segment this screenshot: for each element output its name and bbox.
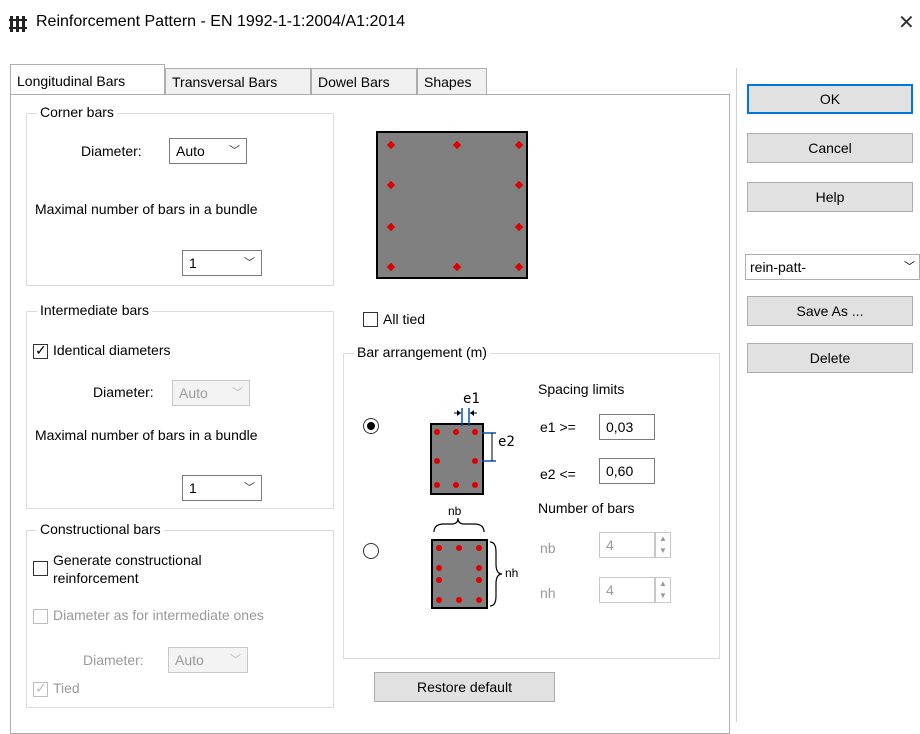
corner-max-select[interactable]: 1 ﹀ xyxy=(182,250,262,276)
chevron-down-icon: ﹀ xyxy=(232,387,243,399)
constructional-diameter-label: Diameter: xyxy=(83,652,144,668)
e2-label: e2 <= xyxy=(540,466,576,482)
delete-button[interactable]: Delete xyxy=(747,343,913,373)
intermediate-diameter-value: Auto xyxy=(179,385,208,401)
rebar-marker xyxy=(514,140,524,150)
tab-transversal-bars[interactable]: Transversal Bars xyxy=(165,68,311,94)
nb-spinner[interactable]: ▲ ▼ xyxy=(655,532,671,558)
e2-diagram-label: e2 xyxy=(498,434,515,450)
chevron-down-icon: ﹀ xyxy=(229,145,240,157)
chevron-down-icon: ﹀ xyxy=(904,261,915,273)
count-diagram xyxy=(431,517,503,609)
corner-diameter-label: Diameter: xyxy=(81,143,142,159)
bar-arrangement-title: Bar arrangement (m) xyxy=(354,344,490,360)
nh-label: nh xyxy=(540,585,556,601)
intermediate-max-select[interactable]: 1 ﹀ xyxy=(182,475,262,501)
rebar-marker xyxy=(386,140,396,150)
intermediate-diameter-label: Diameter: xyxy=(93,384,154,400)
corner-bars-title: Corner bars xyxy=(37,104,117,120)
corner-max-label: Maximal number of bars in a bundle xyxy=(35,201,258,217)
rebar-marker xyxy=(514,262,524,272)
identical-diameters-label: Identical diameters xyxy=(53,342,171,358)
tied-checkbox[interactable] xyxy=(33,680,48,697)
rebar-marker xyxy=(386,262,396,272)
nh-input[interactable]: 4 xyxy=(599,577,655,603)
chevron-down-icon: ﹀ xyxy=(244,482,255,494)
corner-bars-group: Corner bars Diameter: Auto ﹀ Maximal num… xyxy=(26,104,334,286)
chevron-down-icon: ﹀ xyxy=(244,257,255,269)
corner-max-value: 1 xyxy=(189,255,197,271)
identical-diameters-checkbox[interactable] xyxy=(33,342,48,359)
spin-up-icon[interactable]: ▲ xyxy=(656,578,670,590)
preset-select[interactable]: rein-patt- ﹀ xyxy=(745,254,920,280)
nh-spinner[interactable]: ▲ ▼ xyxy=(655,577,671,603)
section-preview xyxy=(376,131,528,279)
nb-diagram-label: nb xyxy=(448,504,462,518)
intermediate-diameter-select[interactable]: Auto ﹀ xyxy=(172,380,250,406)
constructional-bars-title: Constructional bars xyxy=(37,521,164,537)
constructional-diameter-value: Auto xyxy=(175,652,204,668)
all-tied-label: All tied xyxy=(383,311,426,327)
rebar-marker xyxy=(514,222,524,232)
rebar-marker xyxy=(514,180,524,190)
intermediate-max-label: Maximal number of bars in a bundle xyxy=(35,427,258,443)
spacing-limits-radio[interactable] xyxy=(363,418,379,434)
spin-down-icon[interactable]: ▼ xyxy=(656,590,670,602)
nb-label: nb xyxy=(540,540,556,556)
corner-diameter-select[interactable]: Auto ﹀ xyxy=(169,138,247,164)
number-of-bars-title: Number of bars xyxy=(538,500,635,516)
all-tied-checkbox[interactable] xyxy=(363,312,378,327)
e1-diagram-label: e1 xyxy=(463,391,480,407)
ok-button[interactable]: OK xyxy=(747,84,913,114)
panel-divider xyxy=(736,68,737,722)
spacing-limits-title: Spacing limits xyxy=(538,381,625,397)
rebar-marker xyxy=(452,262,462,272)
generate-constructional-line2: reinforcement xyxy=(53,570,139,586)
intermediate-max-value: 1 xyxy=(189,480,197,496)
constructional-diameter-select[interactable]: Auto ﹀ xyxy=(168,647,248,673)
save-as-button[interactable]: Save As ... xyxy=(747,296,913,326)
intermediate-bars-group: Intermediate bars Identical diameters Di… xyxy=(26,302,334,509)
rebar-marker xyxy=(386,222,396,232)
number-of-bars-radio[interactable] xyxy=(363,543,379,559)
app-icon xyxy=(9,16,27,32)
rebar-marker xyxy=(452,140,462,150)
preset-value: rein-patt- xyxy=(750,259,807,275)
window-title: Reinforcement Pattern - EN 1992-1-1:2004… xyxy=(36,13,406,30)
bar-arrangement-group: Bar arrangement (m) e1 e2 Spacing limits… xyxy=(343,344,720,659)
tab-dowel-bars[interactable]: Dowel Bars xyxy=(311,68,417,94)
nb-input[interactable]: 4 xyxy=(599,532,655,558)
cancel-button[interactable]: Cancel xyxy=(747,133,913,163)
rebar-marker xyxy=(386,180,396,190)
chevron-down-icon: ﹀ xyxy=(230,654,241,666)
tied-label: Tied xyxy=(53,680,80,696)
e1-label: e1 >= xyxy=(540,419,576,435)
diameter-as-intermediate-checkbox[interactable] xyxy=(33,609,48,624)
e1-input[interactable]: 0,03 xyxy=(599,414,655,440)
spin-up-icon[interactable]: ▲ xyxy=(656,533,670,545)
spin-down-icon[interactable]: ▼ xyxy=(656,545,670,557)
corner-diameter-value: Auto xyxy=(176,143,205,159)
intermediate-bars-title: Intermediate bars xyxy=(37,302,152,318)
e2-input[interactable]: 0,60 xyxy=(599,458,655,484)
tab-longitudinal-bars[interactable]: Longitudinal Bars xyxy=(10,64,165,94)
diameter-as-intermediate-label: Diameter as for intermediate ones xyxy=(53,607,264,623)
close-icon[interactable]: ✕ xyxy=(898,10,915,35)
restore-default-button[interactable]: Restore default xyxy=(374,672,555,702)
generate-constructional-label: Generate constructional reinforcement xyxy=(53,551,202,587)
constructional-bars-group: Constructional bars Generate constructio… xyxy=(26,521,334,708)
help-button[interactable]: Help xyxy=(747,182,913,212)
tab-shapes[interactable]: Shapes xyxy=(417,68,487,94)
nh-diagram-label: nh xyxy=(505,566,519,580)
generate-constructional-line1: Generate constructional xyxy=(53,552,202,568)
generate-constructional-checkbox[interactable] xyxy=(33,561,48,576)
